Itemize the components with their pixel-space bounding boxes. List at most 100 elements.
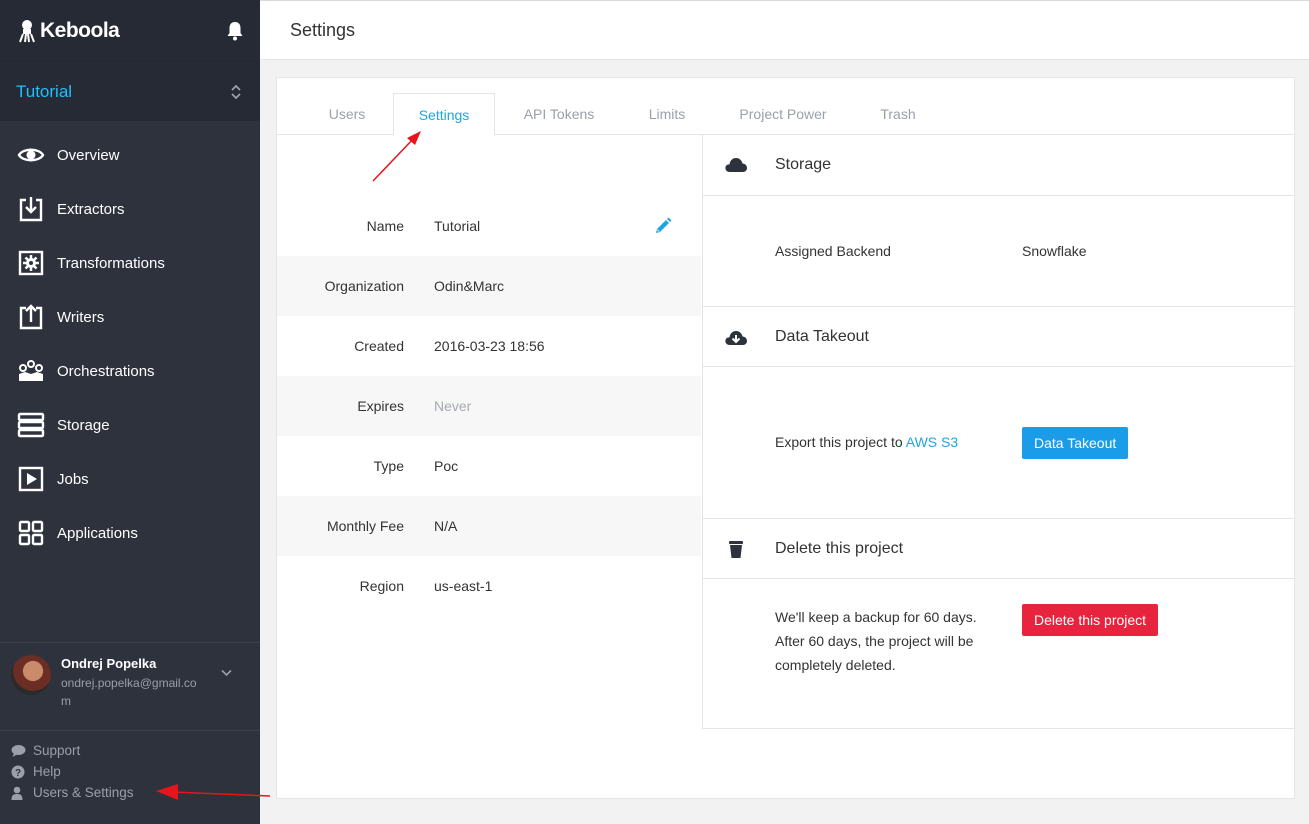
project-name: Tutorial xyxy=(16,81,73,101)
play-box-icon xyxy=(18,466,44,492)
nav-item-writers[interactable]: Writers xyxy=(0,290,260,344)
users-settings-label: Users & Settings xyxy=(33,785,134,800)
storage-header: Storage xyxy=(702,135,1295,196)
eye-icon xyxy=(17,148,45,162)
project-switcher[interactable]: Tutorial xyxy=(0,61,260,121)
user-email: ondrej.popelka@gmail.com xyxy=(61,676,197,708)
nav-item-extractors[interactable]: Extractors xyxy=(0,182,260,236)
cloud-download-icon xyxy=(725,331,747,345)
delete-line: We'll keep a backup for 60 days. xyxy=(775,609,977,625)
delete-title: Delete this project xyxy=(775,539,904,557)
takeout-header: Data Takeout xyxy=(702,306,1295,367)
property-label: Organization xyxy=(324,278,404,294)
property-label: Monthly Fee xyxy=(326,518,404,534)
nav-label: Writers xyxy=(57,308,105,326)
property-row-type: Type Poc xyxy=(277,436,701,496)
trash-icon xyxy=(729,541,743,558)
delete-header: Delete this project xyxy=(702,518,1295,579)
property-row-organization: Organization Odin&Marc xyxy=(277,256,701,316)
property-value: Tutorial xyxy=(434,218,481,234)
property-row-name: Name Tutorial xyxy=(277,196,701,256)
pencil-icon[interactable] xyxy=(654,217,672,235)
delete-project-button[interactable]: Delete this project xyxy=(1022,604,1159,636)
tab-project-power[interactable]: Project Power xyxy=(727,93,839,135)
orchestra-icon xyxy=(19,360,43,381)
support-link[interactable]: Support xyxy=(11,740,134,761)
avatar xyxy=(11,655,51,695)
help-link[interactable]: ? Help xyxy=(11,761,134,782)
brand-name[interactable]: Keboola xyxy=(40,19,120,43)
user-name: Ondrej Popelka xyxy=(61,656,157,671)
property-row-expires: Expires Never xyxy=(277,376,701,436)
nav-item-jobs[interactable]: Jobs xyxy=(0,452,260,506)
project-properties: Name Tutorial Organization Odin&Marc Cre… xyxy=(277,196,701,616)
page-title: Settings xyxy=(290,20,356,40)
property-value: Never xyxy=(434,398,472,414)
property-label: Name xyxy=(366,218,404,234)
property-label: Region xyxy=(359,578,404,594)
tab-trash[interactable]: Trash xyxy=(862,93,934,135)
property-label: Type xyxy=(373,458,404,474)
storage-icon xyxy=(17,412,45,438)
user-icon xyxy=(11,786,23,800)
question-icon: ? xyxy=(11,765,25,779)
brand-bar: Keboola xyxy=(0,0,260,61)
property-label: Created xyxy=(354,338,404,354)
property-value: Odin&Marc xyxy=(434,278,505,294)
delete-description: We'll keep a backup for 60 days. After 6… xyxy=(775,605,977,677)
sidebar: Keboola Tutorial Overview Extractors Tra… xyxy=(0,0,260,824)
chevron-down-icon[interactable] xyxy=(221,669,232,677)
property-value: N/A xyxy=(434,518,458,534)
nav-label: Storage xyxy=(57,416,110,434)
keboola-logo-icon[interactable] xyxy=(18,19,36,43)
tab-settings[interactable]: Settings xyxy=(393,93,495,136)
tab-users[interactable]: Users xyxy=(307,93,387,135)
property-row-created: Created 2016-03-23 18:56 xyxy=(277,316,701,376)
nav-item-storage[interactable]: Storage xyxy=(0,398,260,452)
delete-line: completely deleted. xyxy=(775,657,896,673)
delete-line: After 60 days, the project will be xyxy=(775,633,974,649)
takeout-title: Data Takeout xyxy=(775,327,869,345)
download-box-icon xyxy=(19,197,43,222)
nav-item-transformations[interactable]: Transformations xyxy=(0,236,260,290)
nav-label: Overview xyxy=(57,146,120,164)
right-panel: Storage Assigned Backend Snowflake Data … xyxy=(702,135,1295,729)
assigned-backend-value: Snowflake xyxy=(1022,243,1087,259)
takeout-body: Export this project to AWS S3 Data Takeo… xyxy=(702,367,1295,518)
takeout-text: Export this project to xyxy=(775,434,903,450)
property-row-monthly-fee: Monthly Fee N/A xyxy=(277,496,701,556)
property-row-region: Region us-east-1 xyxy=(277,556,701,616)
assigned-backend-label: Assigned Backend xyxy=(775,243,891,259)
nav-label: Orchestrations xyxy=(57,362,155,380)
property-label: Expires xyxy=(357,398,404,414)
grid-icon xyxy=(18,520,44,546)
nav-label: Applications xyxy=(57,524,138,542)
upload-box-icon xyxy=(19,304,43,330)
top-bar: Settings xyxy=(260,0,1309,60)
nav-item-overview[interactable]: Overview xyxy=(0,128,260,182)
user-info: Ondrej Popelka ondrej.popelka@gmail.com xyxy=(61,655,206,730)
aws-s3-link[interactable]: AWS S3 xyxy=(906,434,958,450)
nav-label: Transformations xyxy=(57,254,165,272)
cloud-icon xyxy=(725,158,747,172)
tab-bar: Users Settings API Tokens Limits Project… xyxy=(277,93,1294,136)
chevron-up-down-icon xyxy=(231,84,241,100)
storage-title: Storage xyxy=(775,156,832,173)
users-settings-link[interactable]: Users & Settings xyxy=(11,782,134,803)
nav-item-applications[interactable]: Applications xyxy=(0,506,260,560)
bell-icon[interactable] xyxy=(226,21,244,41)
property-value: us-east-1 xyxy=(434,578,493,594)
property-value: Poc xyxy=(434,458,459,474)
storage-body: Assigned Backend Snowflake xyxy=(702,196,1295,306)
support-label: Support xyxy=(33,743,81,758)
nav-label: Extractors xyxy=(57,200,125,218)
tab-limits[interactable]: Limits xyxy=(621,93,713,135)
nav-item-orchestrations[interactable]: Orchestrations xyxy=(0,344,260,398)
help-label: Help xyxy=(33,764,61,779)
user-menu[interactable]: Ondrej Popelka ondrej.popelka@gmail.com xyxy=(0,642,260,731)
footer-links: Support ? Help Users & Settings xyxy=(11,740,134,803)
data-takeout-button[interactable]: Data Takeout xyxy=(1022,427,1129,459)
delete-body: We'll keep a backup for 60 days. After 6… xyxy=(702,579,1295,729)
tab-api-tokens[interactable]: API Tokens xyxy=(507,93,611,135)
main-nav: Overview Extractors Transformations Writ… xyxy=(0,128,260,560)
